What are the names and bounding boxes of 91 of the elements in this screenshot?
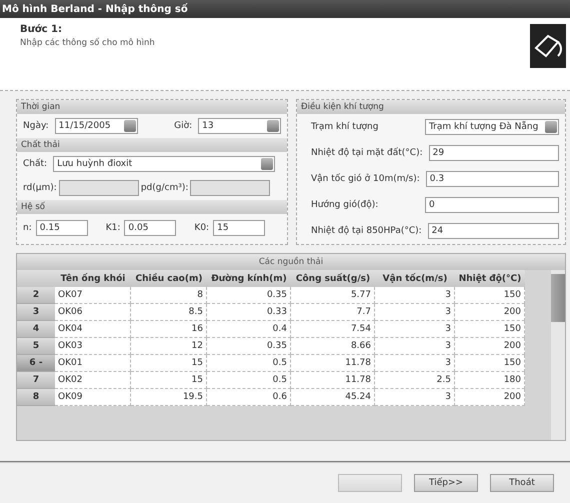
table-cell: 11.78 — [291, 372, 375, 389]
exit-button[interactable]: Thoát — [490, 474, 554, 492]
table-cell: 200 — [455, 389, 525, 406]
column-header[interactable]: Công suất(g/s) — [291, 270, 375, 287]
table-cell: 15 — [131, 372, 207, 389]
window-title: Mô hình Berland - Nhập thông số — [0, 0, 570, 18]
input-field[interactable]: 0.05 — [124, 220, 176, 236]
row-header[interactable]: 2 — [17, 287, 55, 304]
table-cell: 8.66 — [291, 338, 375, 355]
row-header[interactable]: 4 — [17, 321, 55, 338]
section-header: Hệ số — [17, 200, 287, 214]
field-label: K1: — [106, 223, 120, 233]
input-field[interactable]: 0.3 — [426, 171, 559, 187]
wrench-device-icon — [530, 24, 566, 68]
table-cell: 11.78 — [291, 355, 375, 372]
table-cell: 7.7 — [291, 304, 375, 321]
input-field[interactable]: 0.15 — [36, 220, 88, 236]
table-cell: 3 — [375, 355, 455, 372]
table-cell: 150 — [455, 287, 525, 304]
next-button[interactable]: Tiếp>> — [414, 474, 478, 492]
table-cell: OK09 — [55, 389, 131, 406]
scrollbar[interactable] — [551, 270, 565, 440]
table-cell: OK02 — [55, 372, 131, 389]
input-field[interactable]: 24 — [428, 223, 559, 239]
field-label: Ngày: — [23, 121, 49, 131]
row-header[interactable]: 3 — [17, 304, 55, 321]
table-cell: OK01 — [55, 355, 131, 372]
section-header: Điều kiện khí tượng — [297, 100, 565, 114]
table-cell: 8 — [131, 287, 207, 304]
table-cell: 0.35 — [207, 338, 291, 355]
column-header[interactable]: Nhiệt độ(°C) — [455, 270, 525, 287]
field-label: Chất: — [23, 159, 48, 169]
field-label: pd(g/cm³): — [140, 183, 188, 193]
field-label: Giờ: — [174, 121, 192, 131]
row-header[interactable]: 5 — [17, 338, 55, 355]
table-cell: 150 — [455, 355, 525, 372]
table-cell: OK04 — [55, 321, 131, 338]
table-cell: 0.5 — [207, 372, 291, 389]
column-header[interactable]: Chiều cao(m) — [131, 270, 207, 287]
field-label: Nhiệt độ tại 850HPa(°C): — [311, 226, 422, 236]
table-cell: 200 — [455, 304, 525, 321]
field-label: Vận tốc gió ở 10m(m/s): — [311, 174, 420, 184]
table-title: Các nguồn thải — [17, 254, 565, 270]
column-header[interactable]: Vận tốc(m/s) — [375, 270, 455, 287]
table-cell: 3 — [375, 321, 455, 338]
input-field[interactable]: 29 — [428, 145, 559, 161]
row-header[interactable]: 6 - — [17, 355, 55, 372]
step-description: Nhập các thông số cho mô hình — [20, 38, 155, 48]
table-cell: 45.24 — [291, 389, 375, 406]
table-cell: 0.5 — [207, 355, 291, 372]
column-header[interactable]: Đường kính(m) — [207, 270, 291, 287]
column-header[interactable]: Tên ống khói — [55, 270, 131, 287]
table-cell: OK06 — [55, 304, 131, 321]
table-cell: 12 — [131, 338, 207, 355]
table-cell: 3 — [375, 287, 455, 304]
table-cell: 5.77 — [291, 287, 375, 304]
table-cell: 15 — [131, 355, 207, 372]
input-field[interactable]: 0 — [425, 197, 559, 213]
table-cell: OK07 — [55, 287, 131, 304]
hour-dropdown[interactable]: 13 — [198, 118, 281, 134]
date-picker[interactable]: 11/15/2005 — [54, 118, 138, 134]
field-label: Trạm khí tượng — [311, 122, 378, 132]
table-cell: 7.54 — [291, 321, 375, 338]
table-cell: 0.6 — [207, 389, 291, 406]
table-cell: 180 — [455, 372, 525, 389]
table-cell: 8.5 — [131, 304, 207, 321]
field-label: rd(µm): — [23, 183, 57, 193]
section-header: Chất thải — [17, 138, 287, 152]
input-field[interactable]: 15 — [213, 220, 266, 236]
table-cell: 3 — [375, 338, 455, 355]
section-header: Thời gian — [17, 100, 287, 114]
table-cell: 3 — [375, 304, 455, 321]
field-label: Hướng gió(độ): — [311, 200, 378, 210]
table-cell: 0.33 — [207, 304, 291, 321]
field-label: K0: — [194, 223, 210, 233]
table-cell: 2.5 — [375, 372, 455, 389]
row-header[interactable]: 7 — [17, 372, 55, 389]
table-cell: OK03 — [55, 338, 131, 355]
table-cell: 0.35 — [207, 287, 291, 304]
table-cell: 0.4 — [207, 321, 291, 338]
table-cell: 16 — [131, 321, 207, 338]
field-label: n: — [23, 223, 32, 233]
table-cell: 200 — [455, 338, 525, 355]
row-header[interactable]: 8 — [17, 389, 55, 406]
step-title: Bước 1: — [20, 24, 63, 35]
table-corner — [17, 270, 55, 287]
table-cell: 3 — [375, 389, 455, 406]
station-dropdown[interactable]: Trạm khí tượng Đà Nẵng — [425, 119, 559, 135]
table-cell: 150 — [455, 321, 525, 338]
field-label: Nhiệt độ tại mặt đất(°C): — [311, 148, 423, 158]
table-cell: 19.5 — [131, 389, 207, 406]
